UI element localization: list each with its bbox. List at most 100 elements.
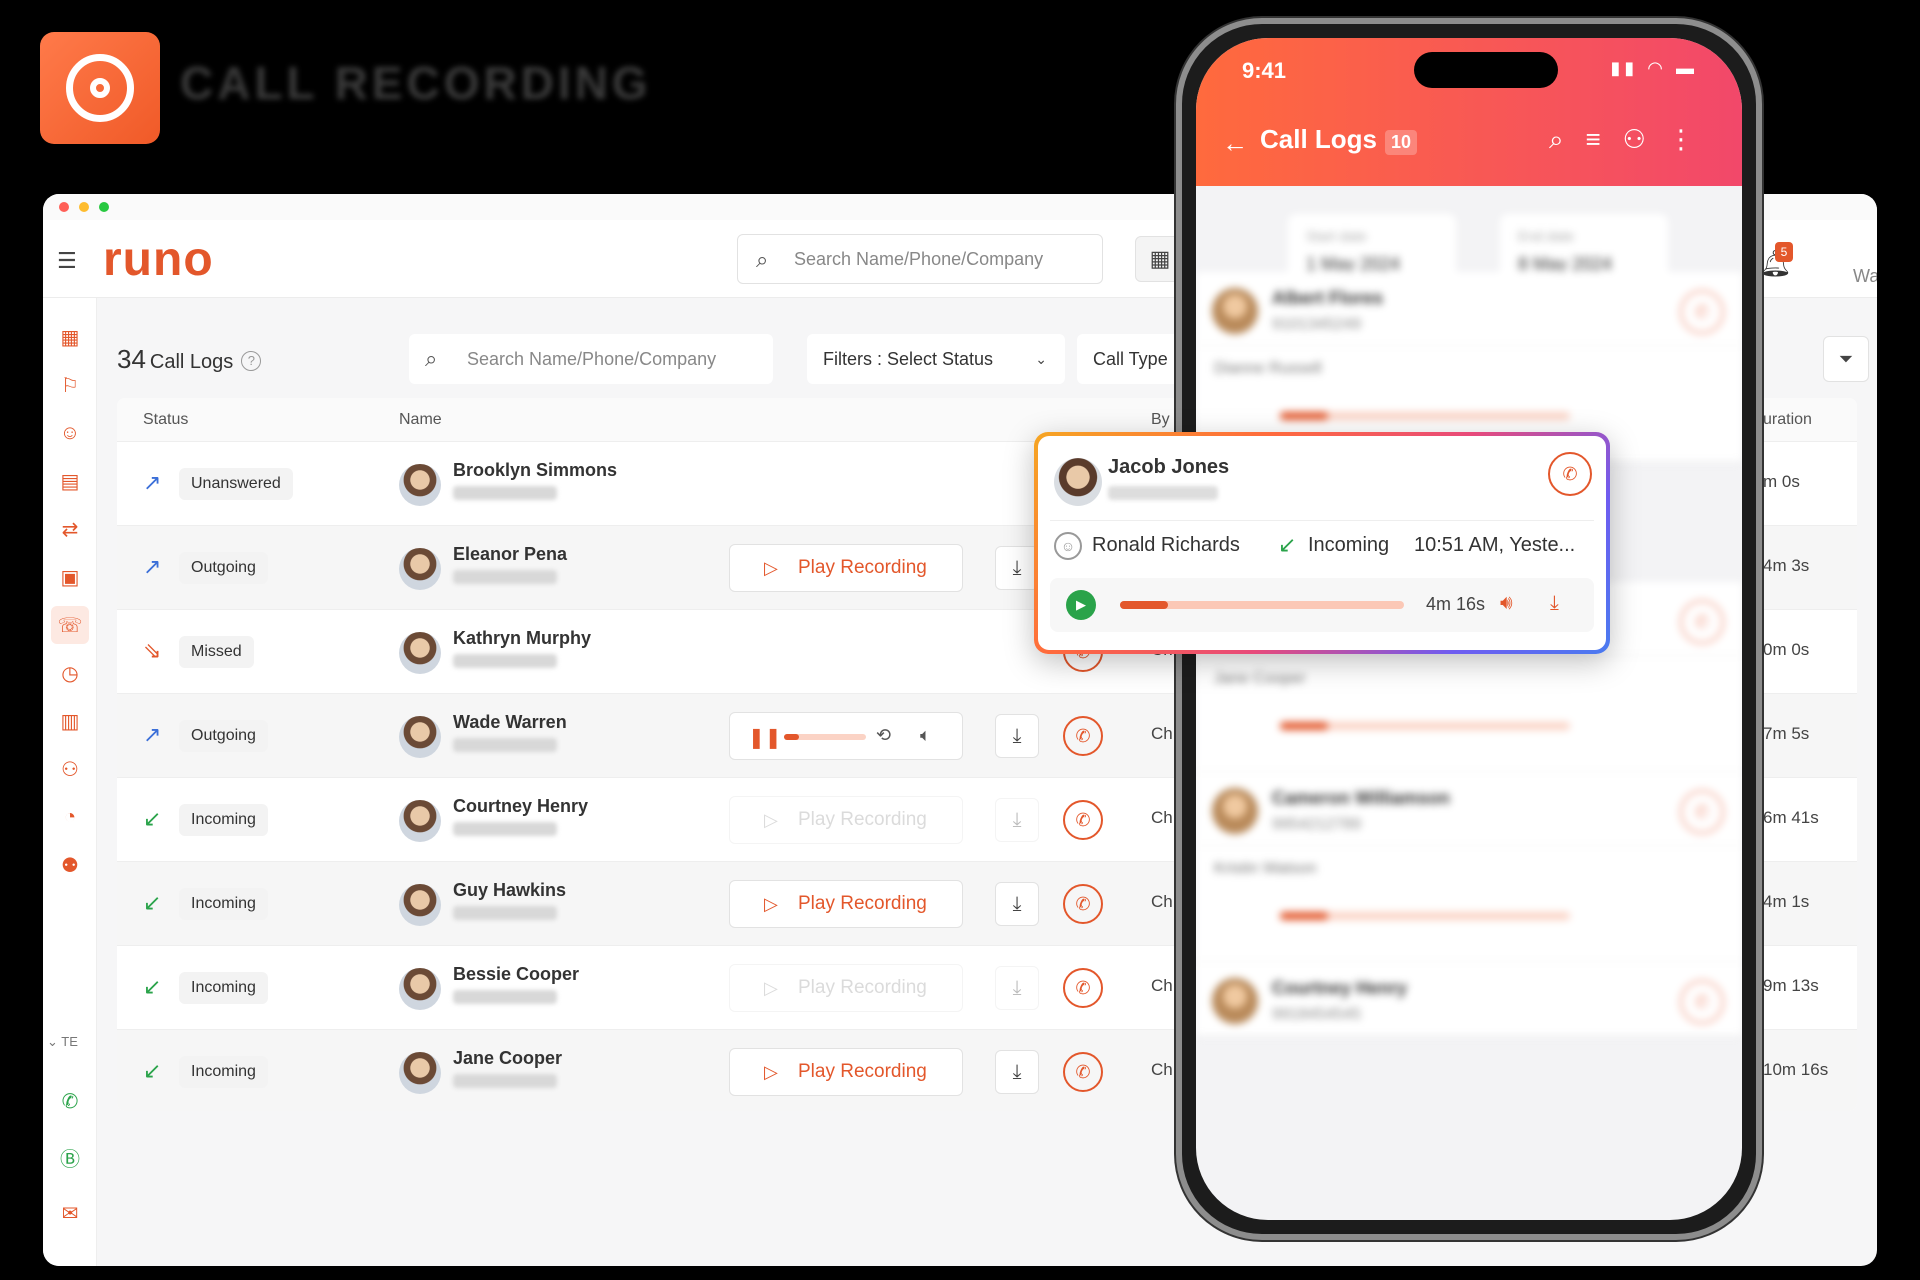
download-button[interactable]: ⤓ xyxy=(995,882,1039,926)
call-logs-count: 34 Call Logs? xyxy=(117,344,262,375)
phone-list-item[interactable]: Courtney Henry 9918454545 ✆ xyxy=(1196,962,1742,1036)
phone-call-icon[interactable]: ✆ xyxy=(1063,968,1103,1008)
status-badge: Incoming xyxy=(179,804,268,836)
report-icon[interactable]: ▥ xyxy=(51,702,89,740)
sidebar-section-toggle[interactable]: ⌄ TE xyxy=(47,1034,78,1050)
schedule-icon[interactable]: ◷ xyxy=(51,654,89,692)
notes-icon[interactable]: ▤ xyxy=(51,462,89,500)
phone-call-icon[interactable]: ✆ xyxy=(1680,790,1724,834)
contact-name[interactable]: Kathryn Murphy xyxy=(453,628,591,649)
dashboard-icon[interactable]: ▦ xyxy=(51,318,89,356)
contact-name[interactable]: Bessie Cooper xyxy=(453,964,579,985)
phone-progress-track[interactable] xyxy=(1280,412,1570,420)
b-icon[interactable]: Ⓑ xyxy=(51,1138,89,1176)
shapes-icon[interactable]: ⚐ xyxy=(51,366,89,404)
incoming-arrow-icon: ↙ xyxy=(143,806,162,831)
phone-call-icon[interactable]: ✆ xyxy=(1063,884,1103,924)
phone-call-icon[interactable]: ✆ xyxy=(1680,600,1724,644)
phone-progress-track[interactable] xyxy=(1280,722,1570,730)
replay-icon[interactable]: ⟲ xyxy=(876,725,891,746)
minimize-dot[interactable] xyxy=(79,202,89,212)
search-icon: ⌕ xyxy=(425,346,438,371)
play-recording-button[interactable]: ▷ Play Recording xyxy=(729,880,963,928)
transfer-icon[interactable]: ⇄ xyxy=(51,510,89,548)
call-logs-icon[interactable]: ☏ xyxy=(51,606,89,644)
inline-audio-player: ❚❚ ⟲ 🔈︎ xyxy=(729,712,963,760)
phone-list-item[interactable]: Albert Flores 9101345249 ✆ xyxy=(1196,272,1742,346)
called-by: Ch xyxy=(1151,808,1173,827)
missed-arrow-icon: ⇘ xyxy=(143,638,162,663)
phone-list-item[interactable]: Cameron Williamson 9954212789 ✆ xyxy=(1196,772,1742,846)
phone-call-icon[interactable]: ✆ xyxy=(1680,980,1724,1024)
download-button[interactable]: ⤓ xyxy=(995,714,1039,758)
outgoing-arrow-icon: ↗ xyxy=(143,470,162,495)
play-recording-button[interactable]: ▷ Play Recording xyxy=(729,796,963,844)
download-button[interactable]: ⤓ xyxy=(995,798,1039,842)
download-button[interactable]: ⤓ xyxy=(995,1050,1039,1094)
inline-progress-track[interactable] xyxy=(784,734,866,740)
play-recording-label: Play Recording xyxy=(798,977,927,998)
close-dot[interactable] xyxy=(59,202,69,212)
phone-call-icon[interactable]: ✆ xyxy=(1063,800,1103,840)
phone-contact-name: Courtney Henry xyxy=(1272,978,1408,998)
help-icon[interactable]: ? xyxy=(241,351,262,372)
phone-call-icon[interactable]: ✆ xyxy=(1063,1052,1103,1092)
outgoing-arrow-icon: ↗ xyxy=(143,722,162,747)
volume-icon[interactable]: 🔈︎ xyxy=(920,725,931,746)
play-recording-button[interactable]: ▷ Play Recording xyxy=(729,964,963,1012)
phone-count-badge: 10 xyxy=(1385,130,1418,155)
call-duration: 0m 0s xyxy=(1763,640,1810,659)
mail-icon[interactable]: ✉ xyxy=(51,1194,89,1232)
status-filter-dropdown[interactable]: Filters : Select Status ⌄ xyxy=(807,334,1065,384)
contact-name[interactable]: Guy Hawkins xyxy=(453,880,566,901)
phone-toolbar-icons[interactable]: ⌕≡⚇⋮ xyxy=(1549,124,1716,156)
phone-contact-number: 9918454545 xyxy=(1272,1006,1361,1023)
popup-call-time: 10:51 AM, Yeste... xyxy=(1414,534,1576,556)
contact-name[interactable]: Eleanor Pena xyxy=(453,544,567,565)
called-by: Ch xyxy=(1151,976,1173,995)
play-icon[interactable]: ▶ xyxy=(1066,590,1096,620)
user-menu-stub[interactable]: Wa xyxy=(1853,266,1877,287)
call-logs-search-input[interactable]: ⌕ Search Name/Phone/Company xyxy=(409,334,773,384)
play-icon: ▷ xyxy=(764,809,778,830)
phone-progress-track[interactable] xyxy=(1280,912,1570,920)
phone-redacted xyxy=(453,990,557,1004)
phone-redacted xyxy=(453,1074,557,1088)
download-button[interactable]: ⤓ xyxy=(995,966,1039,1010)
contact-name[interactable]: Courtney Henry xyxy=(453,796,588,817)
status-time: 9:41 xyxy=(1242,58,1287,83)
filter-icon[interactable]: ⏷ xyxy=(1823,336,1869,382)
call-detail-popup: Jacob Jones ✆ ☺ Ronald Richards ↙ Incomi… xyxy=(1034,432,1610,654)
pie-icon[interactable]: ◔ xyxy=(51,798,89,836)
phone-call-icon[interactable]: ✆ xyxy=(1063,716,1103,756)
phone-contact-name: Dianne Russell xyxy=(1214,360,1322,377)
global-search-input[interactable]: ⌕ Search Name/Phone/Company xyxy=(737,234,1103,284)
phone-call-icon[interactable]: ✆ xyxy=(1680,290,1724,334)
maximize-dot[interactable] xyxy=(99,202,109,212)
calendar-icon[interactable]: ▣ xyxy=(51,558,89,596)
popup-progress-track[interactable] xyxy=(1120,601,1404,609)
volume-icon[interactable]: 🔊︎ xyxy=(1500,592,1513,615)
users-icon[interactable]: ⚇ xyxy=(51,750,89,788)
whatsapp-icon[interactable]: ✆ xyxy=(51,1082,89,1120)
avatar xyxy=(1212,788,1258,834)
contact-name[interactable]: Jane Cooper xyxy=(453,1048,562,1069)
back-arrow-icon[interactable]: ← xyxy=(1222,128,1248,159)
menu-icon[interactable]: ☰ xyxy=(57,248,81,274)
contact-name[interactable]: Wade Warren xyxy=(453,712,567,733)
phone-call-icon[interactable]: ✆ xyxy=(1548,452,1592,496)
play-recording-button[interactable]: ▷ Play Recording xyxy=(729,1048,963,1096)
user-add-icon[interactable]: ⚉ xyxy=(51,846,89,884)
status-badge: Incoming xyxy=(179,1056,268,1088)
phone-list-item[interactable]: Jane Cooper xyxy=(1196,656,1742,772)
download-button[interactable]: ⤓ xyxy=(995,546,1039,590)
contact-name[interactable]: Brooklyn Simmons xyxy=(453,460,617,481)
phone-list-item[interactable]: Kristin Watson xyxy=(1196,846,1742,962)
pause-icon[interactable]: ❚❚ xyxy=(748,725,782,750)
call-type-dropdown[interactable]: Call Type xyxy=(1077,334,1187,384)
avatar xyxy=(399,968,441,1010)
download-icon[interactable]: ⤓ xyxy=(1550,592,1559,615)
play-recording-button[interactable]: ▷ Play Recording xyxy=(729,544,963,592)
team-icon[interactable]: ☺ xyxy=(51,414,89,452)
incoming-arrow-icon: ↙ xyxy=(143,890,162,915)
